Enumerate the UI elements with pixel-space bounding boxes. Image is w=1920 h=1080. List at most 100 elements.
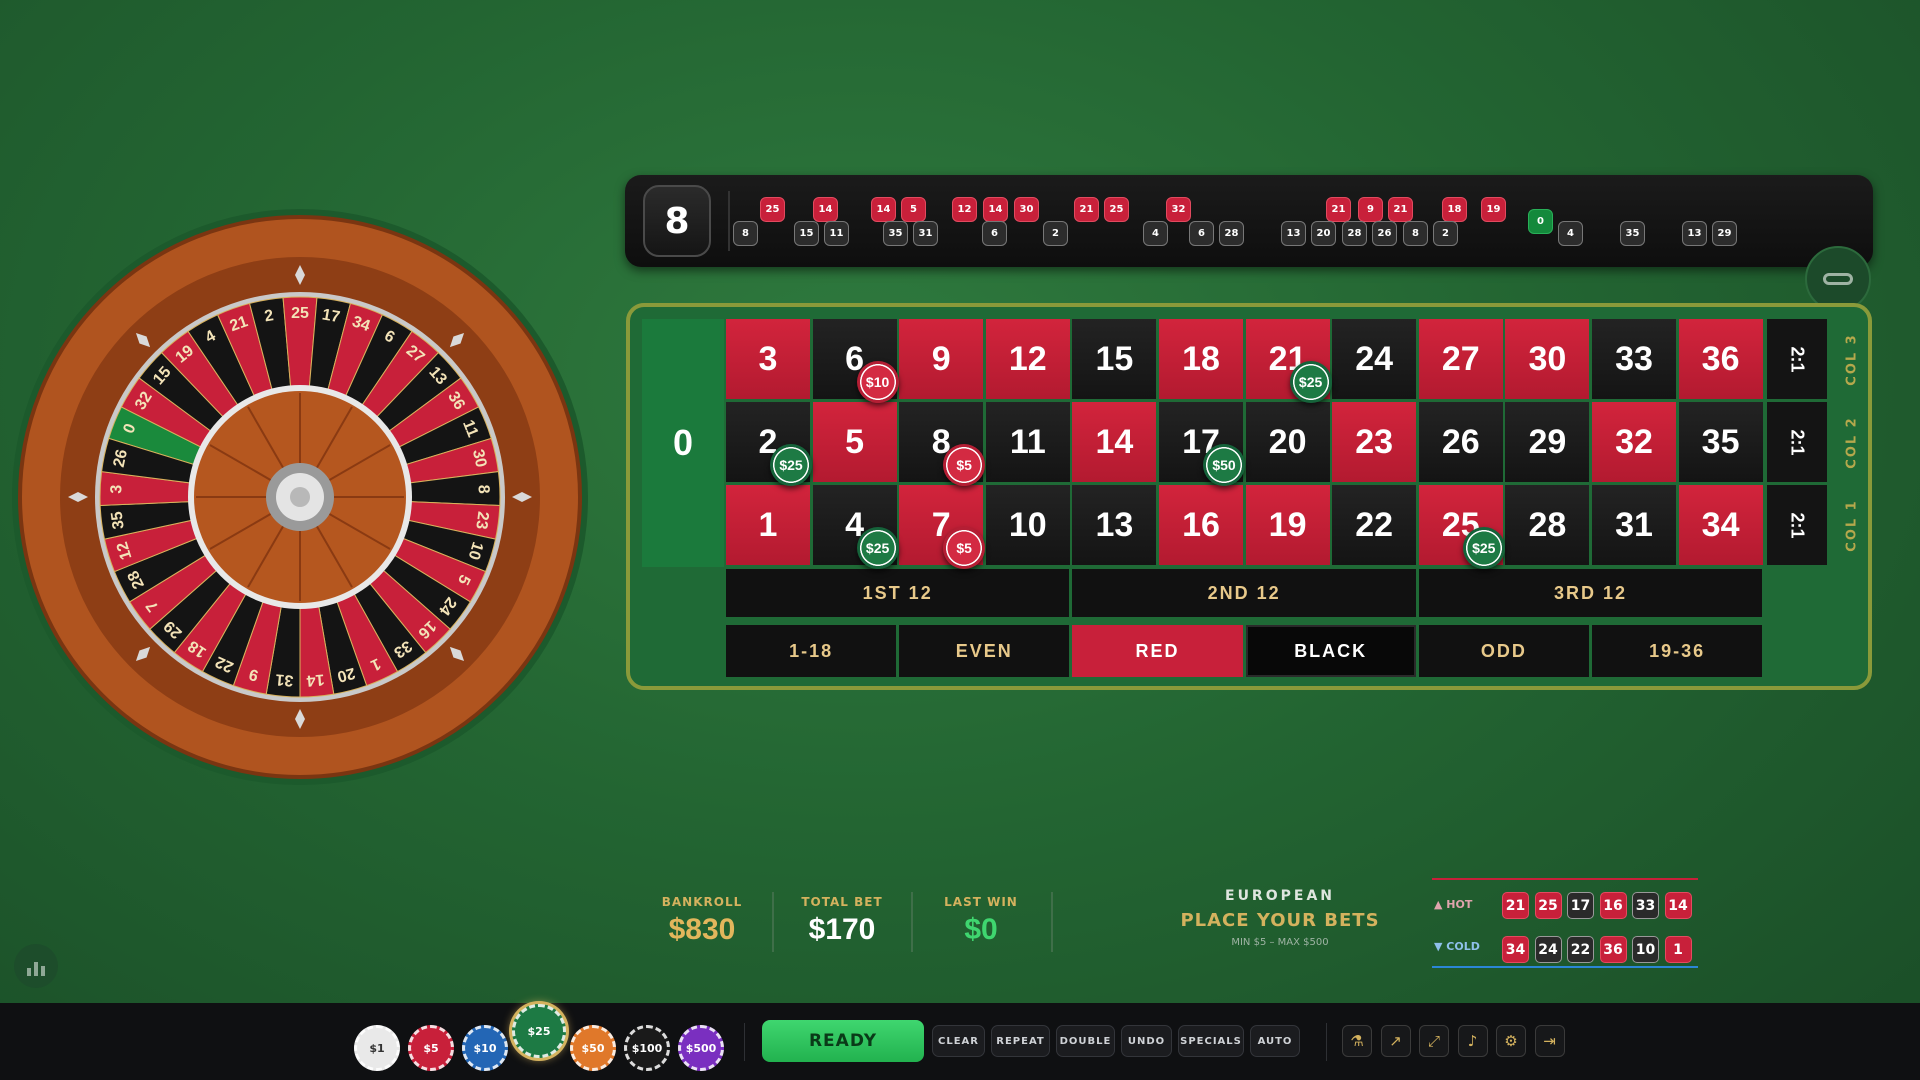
bet-number[interactable]: 32 <box>1592 402 1676 482</box>
wheel-number: 8 <box>474 484 491 494</box>
bet-number[interactable]: 33 <box>1592 319 1676 399</box>
double-button[interactable]: DOUBLE <box>1056 1025 1115 1057</box>
history-result-red: 25 <box>1104 197 1129 222</box>
ready-button[interactable]: READY <box>762 1020 924 1062</box>
undo-button[interactable]: UNDO <box>1121 1025 1172 1057</box>
bet-number[interactable]: 5 <box>812 402 897 482</box>
bet-outside[interactable]: 19-36 <box>1592 625 1763 677</box>
exit-icon[interactable]: ⇥ <box>1534 1025 1565 1057</box>
history-result-black: 8 <box>1403 221 1428 246</box>
auto-button[interactable]: AUTO <box>1250 1025 1300 1057</box>
placed-chip[interactable]: $5 <box>943 444 986 486</box>
history-result-red: 14 <box>871 197 896 222</box>
column-label: COL 1 <box>1842 485 1862 565</box>
wheel-number: 23 <box>472 510 491 530</box>
bet-number[interactable]: 23 <box>1332 402 1417 482</box>
placed-chip[interactable]: $50 <box>1203 444 1245 486</box>
hot-number: 33 <box>1632 892 1659 919</box>
bet-outside[interactable]: RED <box>1072 625 1243 677</box>
bet-number[interactable]: 16 <box>1159 485 1243 565</box>
bet-number[interactable]: 26 <box>1418 402 1503 482</box>
history-result-black: 20 <box>1311 221 1336 246</box>
placed-chip[interactable]: $5 <box>943 527 986 569</box>
bet-dozen[interactable]: 1ST 12 <box>726 569 1070 617</box>
chip-option[interactable]: $25 <box>512 1004 566 1058</box>
bet-outside[interactable]: 1-18 <box>726 625 897 677</box>
history-result-black: 13 <box>1682 221 1707 246</box>
wheel-number: 3 <box>108 484 125 494</box>
bet-number[interactable]: 12 <box>985 319 1070 399</box>
chip-option[interactable]: $1 <box>354 1025 400 1071</box>
history-result-red: 18 <box>1442 197 1467 222</box>
bet-outside[interactable]: ODD <box>1418 625 1589 677</box>
bet-number[interactable]: 3 <box>726 319 810 399</box>
bet-number[interactable]: 9 <box>899 319 984 399</box>
specials-button[interactable]: SPECIALS <box>1178 1025 1244 1057</box>
history-result-black: 28 <box>1219 221 1244 246</box>
bet-number[interactable]: 36 <box>1678 319 1763 399</box>
bet-dozen[interactable]: 2ND 12 <box>1072 569 1416 617</box>
bet-outside[interactable]: EVEN <box>899 625 1070 677</box>
total-bet-value: $170 <box>808 913 876 946</box>
flask-icon[interactable]: ⚗ <box>1342 1025 1372 1057</box>
bet-number[interactable]: 34 <box>1678 485 1763 565</box>
bet-number[interactable]: 1 <box>726 485 810 565</box>
bet-number[interactable]: 28 <box>1505 485 1590 565</box>
placed-chip[interactable]: $25 <box>770 444 812 486</box>
bet-number[interactable]: 24 <box>1332 319 1417 399</box>
statistics-button[interactable] <box>14 944 58 988</box>
bet-outside[interactable]: BLACK <box>1245 625 1416 677</box>
placed-chip[interactable]: $10 <box>856 361 899 403</box>
bet-number[interactable]: 19 <box>1245 485 1330 565</box>
chip-option[interactable]: $10 <box>462 1025 508 1071</box>
bet-number[interactable]: 10 <box>985 485 1070 565</box>
expand-icon[interactable]: ⤢ <box>1419 1025 1449 1057</box>
cold-number: 24 <box>1534 936 1562 963</box>
history-result-red: 5 <box>901 197 926 222</box>
bet-dozen[interactable]: 3RD 12 <box>1418 569 1763 617</box>
bet-number[interactable]: 22 <box>1332 485 1417 565</box>
history-result-black: 11 <box>824 221 849 246</box>
hot-number: 21 <box>1502 892 1529 919</box>
bet-number[interactable]: 27 <box>1418 319 1503 399</box>
wheel-number: 35 <box>109 510 128 530</box>
history-result-red: 30 <box>1014 197 1039 222</box>
bet-number[interactable]: 18 <box>1159 319 1243 399</box>
bet-number[interactable]: 15 <box>1072 319 1157 399</box>
last-win-stat: LAST WIN $0 <box>916 895 1046 947</box>
chip-option[interactable]: $100 <box>624 1025 670 1071</box>
chart-icon[interactable]: ↗ <box>1380 1025 1411 1057</box>
placed-chip[interactable]: $25 <box>856 527 899 569</box>
hot-number: 16 <box>1599 892 1627 919</box>
bet-column[interactable]: 2:1 <box>1767 485 1828 565</box>
history-result-black: 35 <box>1620 221 1645 246</box>
gear-icon[interactable]: ⚙ <box>1496 1025 1526 1057</box>
history-result-red: 32 <box>1166 197 1191 222</box>
chip-option[interactable]: $500 <box>678 1025 724 1071</box>
bet-number[interactable]: 35 <box>1678 402 1763 482</box>
placed-chip[interactable]: $25 <box>1462 527 1505 569</box>
chip-option[interactable]: $5 <box>408 1025 454 1071</box>
history-result-black: 2 <box>1433 221 1458 246</box>
bet-number[interactable]: 11 <box>985 402 1070 482</box>
bet-column[interactable]: 2:1 <box>1767 402 1828 482</box>
bet-number[interactable]: 31 <box>1592 485 1676 565</box>
history-result-red: 14 <box>813 197 838 222</box>
bet-column[interactable]: 2:1 <box>1767 319 1828 399</box>
history-result-black: 6 <box>982 221 1007 246</box>
bet-number[interactable]: 20 <box>1245 402 1330 482</box>
repeat-button[interactable]: REPEAT <box>991 1025 1050 1057</box>
column-label-text: COL 1 <box>1844 498 1860 552</box>
clear-button[interactable]: CLEAR <box>932 1025 985 1057</box>
bankroll-value: $830 <box>668 913 736 946</box>
bet-number[interactable]: 13 <box>1072 485 1157 565</box>
history-result-red: 21 <box>1388 197 1413 222</box>
bet-number[interactable]: 30 <box>1505 319 1590 399</box>
volume-icon[interactable]: ♪ <box>1457 1025 1488 1057</box>
history-result-black: 2 <box>1043 221 1068 246</box>
chip-option[interactable]: $50 <box>570 1025 616 1071</box>
bet-number[interactable]: 29 <box>1505 402 1590 482</box>
bet-zero[interactable]: 0 <box>642 319 724 567</box>
bet-number[interactable]: 14 <box>1072 402 1157 482</box>
placed-chip[interactable]: $25 <box>1289 361 1332 403</box>
